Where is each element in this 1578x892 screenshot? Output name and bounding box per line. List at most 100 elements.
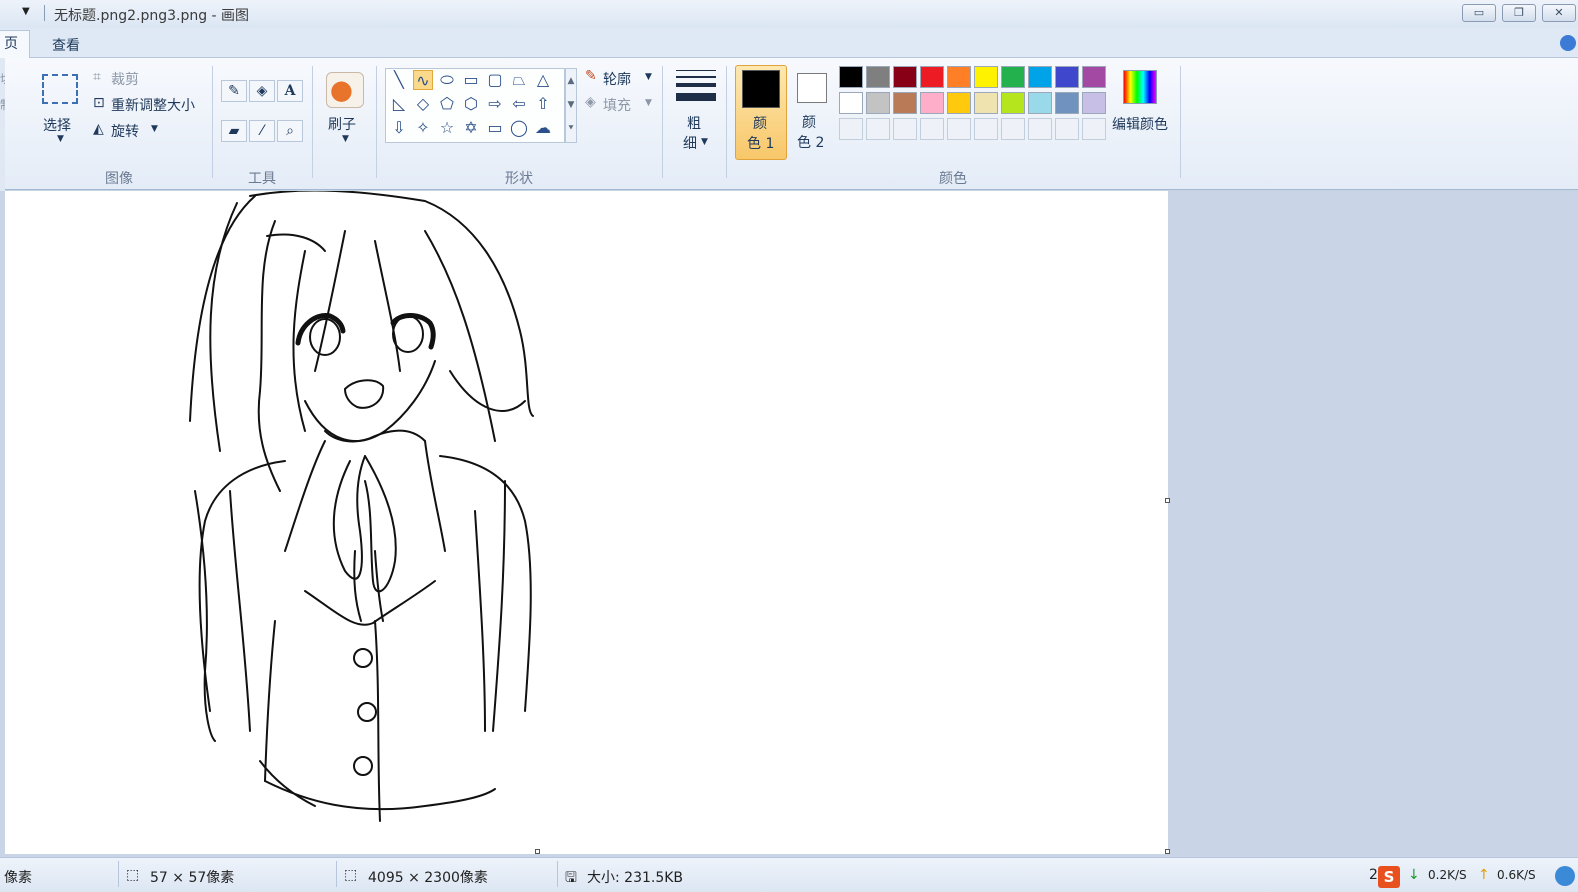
close-button[interactable]: ✕ bbox=[1542, 4, 1576, 22]
five-point-star-icon[interactable]: ☆ bbox=[437, 118, 457, 138]
palette-swatch[interactable] bbox=[1001, 66, 1025, 88]
drawing-canvas[interactable] bbox=[5, 191, 1170, 854]
download-arrow-icon: ↓ bbox=[1408, 867, 1420, 883]
palette-swatch[interactable] bbox=[1082, 92, 1106, 114]
curve-icon[interactable]: ∿ bbox=[413, 70, 433, 90]
select-label: 选择 bbox=[43, 118, 71, 134]
palette-swatch-empty[interactable] bbox=[893, 118, 917, 140]
color2-label-line1: 颜 bbox=[802, 115, 816, 131]
upload-arrow-icon: ↑ bbox=[1478, 867, 1490, 883]
crop-button[interactable]: 裁剪 bbox=[111, 69, 139, 89]
title-bar: ▼ 无标题.png2.png3.png - 画图 ▭ ❐ ✕ bbox=[0, 0, 1578, 28]
oval-icon[interactable]: ⬭ bbox=[437, 70, 457, 90]
group-divider bbox=[212, 66, 213, 178]
palette-swatch[interactable] bbox=[1028, 66, 1052, 88]
four-point-star-icon[interactable]: ✧ bbox=[413, 118, 433, 138]
tools-group-label: 工具 bbox=[248, 171, 276, 187]
tab-home[interactable]: 页 bbox=[0, 30, 30, 59]
zoom-level-partial: 2 bbox=[1369, 867, 1378, 883]
pencil-icon[interactable]: ✎ bbox=[221, 80, 247, 102]
palette-swatch-empty[interactable] bbox=[947, 118, 971, 140]
palette-swatch-empty[interactable] bbox=[1082, 118, 1106, 140]
text-tool-icon[interactable]: A bbox=[277, 80, 303, 102]
fill-dropdown-icon: ▼ bbox=[645, 98, 652, 108]
palette-swatch[interactable] bbox=[920, 92, 944, 114]
palette-swatch-empty[interactable] bbox=[1055, 118, 1079, 140]
ime-sogou-icon[interactable]: S bbox=[1378, 866, 1400, 888]
tab-view[interactable]: 查看 bbox=[52, 35, 80, 55]
resize-handle-right[interactable] bbox=[1165, 498, 1170, 503]
resize-handle-bottom[interactable] bbox=[535, 849, 540, 854]
palette-swatch[interactable] bbox=[866, 66, 890, 88]
shapes-scrollbar[interactable]: ▲ ▼ ⯆ bbox=[565, 68, 577, 143]
palette-swatch[interactable] bbox=[1082, 66, 1106, 88]
up-arrow-icon[interactable]: ⇧ bbox=[533, 94, 553, 114]
eraser-icon[interactable]: ▰ bbox=[221, 120, 247, 142]
rotate-icon: ◭ bbox=[93, 121, 104, 137]
network-icon[interactable] bbox=[1555, 866, 1575, 886]
palette-swatch[interactable] bbox=[839, 66, 863, 88]
color-picker-icon[interactable]: ⁄ bbox=[249, 120, 275, 142]
size-line-medium bbox=[676, 76, 716, 78]
fill-button[interactable]: 填充 bbox=[603, 95, 631, 115]
rounded-rectangle-icon[interactable]: ▢ bbox=[485, 70, 505, 90]
cloud-callout-icon[interactable]: ☁ bbox=[533, 118, 553, 138]
palette-swatch[interactable] bbox=[947, 66, 971, 88]
color1-button[interactable]: 颜 色 1 bbox=[735, 65, 787, 160]
size-line-thick bbox=[676, 83, 716, 87]
six-point-star-icon[interactable]: ✡ bbox=[461, 118, 481, 138]
rectangle-icon[interactable]: ▭ bbox=[461, 70, 481, 90]
palette-swatch[interactable] bbox=[893, 66, 917, 88]
palette-swatch[interactable] bbox=[947, 92, 971, 114]
palette-swatch-empty[interactable] bbox=[1001, 118, 1025, 140]
palette-swatch[interactable] bbox=[1055, 66, 1079, 88]
palette-swatch[interactable] bbox=[866, 92, 890, 114]
oval-callout-icon[interactable]: ◯ bbox=[509, 118, 529, 138]
outline-button[interactable]: 轮廓 bbox=[603, 69, 631, 89]
magnifier-icon[interactable]: ⌕ bbox=[277, 120, 303, 142]
minimize-button[interactable]: ▭ bbox=[1462, 4, 1496, 22]
resize-button[interactable]: 重新调整大小 bbox=[111, 95, 195, 115]
rotate-button[interactable]: 旋转 bbox=[111, 121, 139, 141]
status-separator bbox=[336, 861, 337, 887]
triangle-icon[interactable]: △ bbox=[533, 70, 553, 90]
down-arrow-icon[interactable]: ⇩ bbox=[389, 118, 409, 138]
palette-swatch[interactable] bbox=[1028, 92, 1052, 114]
status-separator bbox=[118, 861, 119, 887]
file-size: 大小: 231.5KB bbox=[587, 870, 684, 886]
palette-swatch-empty[interactable] bbox=[839, 118, 863, 140]
palette-swatch[interactable] bbox=[974, 66, 998, 88]
color2-button[interactable]: 颜 色 2 bbox=[791, 65, 843, 160]
group-divider bbox=[312, 66, 313, 178]
palette-swatch[interactable] bbox=[1055, 92, 1079, 114]
polygon-icon[interactable]: ⏢ bbox=[509, 70, 529, 90]
pentagon-icon[interactable]: ⬠ bbox=[437, 94, 457, 114]
fill-icon: ◈ bbox=[585, 94, 596, 110]
palette-swatch[interactable] bbox=[1001, 92, 1025, 114]
resize-handle-corner[interactable] bbox=[1165, 849, 1170, 854]
diamond-icon[interactable]: ◇ bbox=[413, 94, 433, 114]
rounded-callout-icon[interactable]: ▭ bbox=[485, 118, 505, 138]
selection-size-icon: ⬚ bbox=[126, 867, 140, 883]
line-icon[interactable]: ╲ bbox=[389, 70, 409, 90]
shapes-gallery: ╲ ∿ ⬭ ▭ ▢ ⏢ △ ◺ ◇ ⬠ ⬡ ⇨ ⇦ ⇧ ⇩ ✧ ☆ ✡ ▭ ◯ … bbox=[385, 68, 565, 143]
right-arrow-icon[interactable]: ⇨ bbox=[485, 94, 505, 114]
right-triangle-icon[interactable]: ◺ bbox=[389, 94, 409, 114]
edit-colors-icon bbox=[1123, 70, 1157, 104]
restore-button[interactable]: ❐ bbox=[1502, 4, 1536, 22]
quick-access-dropdown-icon[interactable]: ▼ bbox=[22, 6, 30, 17]
palette-swatch-empty[interactable] bbox=[1028, 118, 1052, 140]
palette-swatch[interactable] bbox=[893, 92, 917, 114]
left-arrow-icon[interactable]: ⇦ bbox=[509, 94, 529, 114]
palette-swatch[interactable] bbox=[920, 66, 944, 88]
help-icon[interactable] bbox=[1560, 35, 1576, 51]
palette-swatch-empty[interactable] bbox=[974, 118, 998, 140]
palette-swatch-empty[interactable] bbox=[920, 118, 944, 140]
fill-bucket-icon[interactable]: ◈ bbox=[249, 80, 275, 102]
hexagon-icon[interactable]: ⬡ bbox=[461, 94, 481, 114]
palette-swatch[interactable] bbox=[839, 92, 863, 114]
color1-label-line2: 色 1 bbox=[747, 136, 775, 152]
palette-swatch[interactable] bbox=[974, 92, 998, 114]
palette-swatch-empty[interactable] bbox=[866, 118, 890, 140]
brush-label: 刷子 bbox=[328, 117, 356, 133]
